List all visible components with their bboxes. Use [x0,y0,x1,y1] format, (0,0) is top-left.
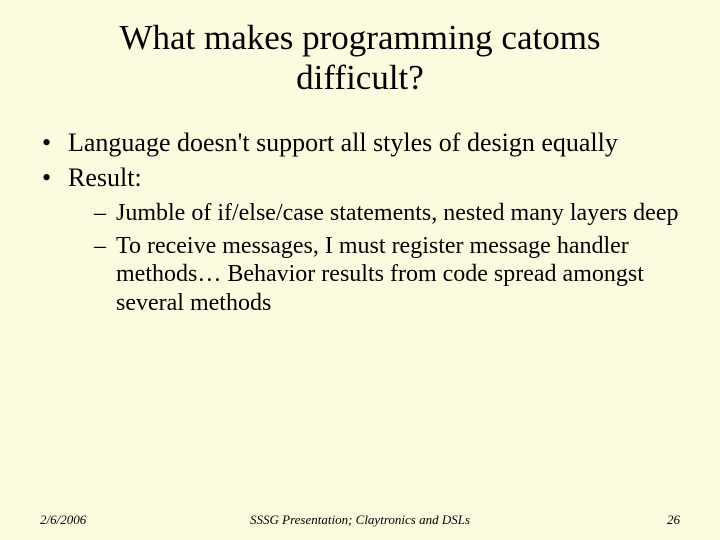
footer-page-number: 26 [560,512,680,528]
slide-footer: 2/6/2006 SSSG Presentation; Claytronics … [0,512,720,528]
bullet-item: Result: Jumble of if/else/case statement… [40,162,680,318]
slide-body: Language doesn't support all styles of d… [40,127,680,319]
bullet-text: Result: [68,163,142,192]
slide-title: What makes programming catoms difficult? [60,18,660,99]
footer-title: SSSG Presentation; Claytronics and DSLs [230,512,490,528]
bullet-item: Language doesn't support all styles of d… [40,127,680,158]
sub-bullet-item: Jumble of if/else/case statements, neste… [94,199,680,228]
sub-bullet-item: To receive messages, I must register mes… [94,232,680,318]
footer-date: 2/6/2006 [40,512,160,528]
